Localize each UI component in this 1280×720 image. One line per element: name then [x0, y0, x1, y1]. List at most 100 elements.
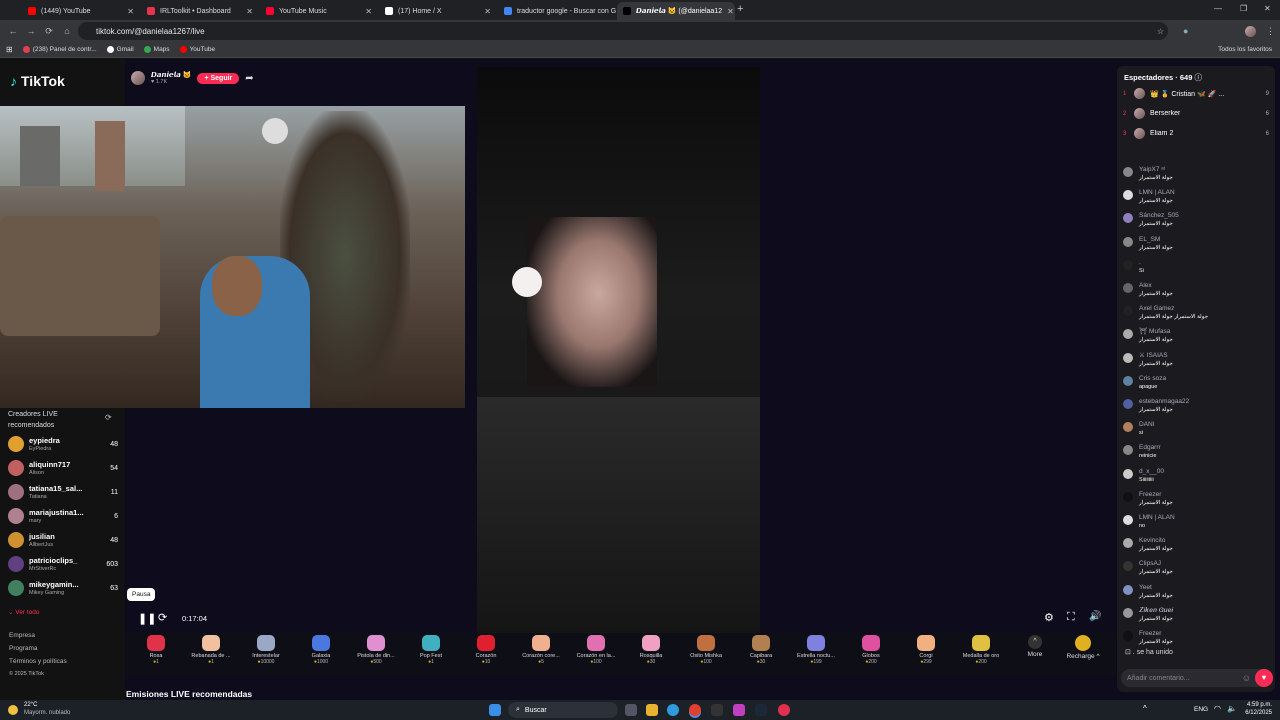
- gift-item[interactable]: Globos ●200: [844, 635, 898, 675]
- footer-link[interactable]: Programa: [9, 645, 38, 652]
- chat-message[interactable]: ⚔ ISAIAS جولة الاستمرار: [1123, 351, 1269, 368]
- explorer-icon[interactable]: [646, 704, 658, 716]
- gift-item[interactable]: Capibara ●30: [734, 635, 788, 675]
- creator-item[interactable]: mikeygamin... Mikey Gaming 63: [8, 577, 118, 599]
- chat-message[interactable]: ClipsAJ جولة الاستمرار: [1123, 559, 1269, 576]
- profile-avatar[interactable]: [1245, 26, 1256, 37]
- gift-send-icon[interactable]: ♥: [1255, 669, 1273, 687]
- chat-message[interactable]: Freezer جولة الاستمرار: [1123, 490, 1269, 507]
- tab-3[interactable]: (17) Home / X ✕: [379, 2, 497, 20]
- bookmark-item[interactable]: (238) Panel de contr...: [22, 46, 97, 53]
- chat-message[interactable]: estebanmagaa22 جولة الاستمرار: [1123, 397, 1269, 414]
- chat-message[interactable]: YaipX7 ᵃᵗ جولة الاستمرار: [1123, 165, 1269, 182]
- gift-item[interactable]: Corazón ●10: [459, 635, 513, 675]
- taskview-icon[interactable]: [625, 704, 637, 716]
- ranking-row[interactable]: 2 Berserker 6: [1123, 108, 1269, 119]
- gift-item[interactable]: Rosa ●1: [129, 635, 183, 675]
- app-icon[interactable]: [711, 704, 723, 716]
- tiktok-app-icon[interactable]: [778, 704, 790, 716]
- chat-message[interactable]: 𝒁𝒊𝒌𝒆𝒏 𝑮𝒖𝒆𝒊 جولة الاستمرار: [1123, 606, 1269, 623]
- chat-message[interactable]: d_x__00 Siiiiiiiii: [1123, 467, 1269, 484]
- bookmark-star-icon[interactable]: ☆: [1157, 27, 1164, 36]
- all-favorites-folder[interactable]: Todos los favoritos: [1218, 46, 1272, 53]
- live-video[interactable]: [477, 67, 760, 633]
- taskbar-search[interactable]: ⌕ Buscar: [508, 702, 618, 718]
- recharge-button[interactable]: Recharge ^: [1056, 635, 1110, 675]
- bookmark-item[interactable]: Maps: [143, 46, 170, 53]
- gift-item[interactable]: Interestelar ●10000: [239, 635, 293, 675]
- info-icon[interactable]: ⓘ: [1194, 73, 1202, 82]
- maximize-icon[interactable]: ❐: [1240, 4, 1247, 13]
- creator-item[interactable]: patricioclips_ MrStiverRc 603: [8, 553, 118, 575]
- forward-icon[interactable]: →: [22, 26, 40, 36]
- share-icon[interactable]: ➦: [245, 73, 253, 84]
- volume-icon[interactable]: 🔊: [1089, 611, 1101, 622]
- close-icon[interactable]: ✕: [246, 7, 253, 16]
- new-tab-button[interactable]: +: [737, 3, 743, 15]
- chat-message[interactable]: LMN | ALAN جولة الاستمرار: [1123, 188, 1269, 205]
- bookmark-item[interactable]: Gmail: [106, 46, 134, 53]
- creator-item[interactable]: aliquinn717 Alison 54: [8, 457, 118, 479]
- steam-icon[interactable]: [755, 704, 767, 716]
- back-icon[interactable]: ←: [4, 26, 22, 36]
- footer-link[interactable]: Términos y políticas: [9, 658, 67, 665]
- gift-item[interactable]: Rebanada de ... ●1: [184, 635, 238, 675]
- tiktok-logo[interactable]: ♪ TikTok: [10, 73, 65, 89]
- tray-chevron-icon[interactable]: ^: [1143, 704, 1147, 713]
- chat-message[interactable]: Sánchez_505 جولة الاستمرار: [1123, 211, 1269, 228]
- creator-item[interactable]: eypiedra EyPiedra 48: [8, 433, 118, 455]
- chat-message[interactable]: Edgarrr reinicie: [1123, 443, 1269, 460]
- gift-item[interactable]: Osito Mishka ●100: [679, 635, 733, 675]
- chat-message[interactable]: Alex جولة الاستمرار: [1123, 281, 1269, 298]
- creator-item[interactable]: mariajustina1... mary 6: [8, 505, 118, 527]
- pause-button[interactable]: ❚❚: [138, 612, 156, 625]
- reload-icon[interactable]: ⟳: [40, 26, 58, 37]
- close-icon[interactable]: ✕: [484, 7, 491, 16]
- settings-icon[interactable]: ⚙: [1044, 611, 1054, 624]
- emoji-icon[interactable]: ☺: [1242, 673, 1251, 683]
- gift-item[interactable]: Rosquilla ●30: [624, 635, 678, 675]
- chat-message[interactable]: LMN | ALAN no: [1123, 513, 1269, 530]
- fullscreen-icon[interactable]: ⛶: [1067, 611, 1075, 624]
- gift-item[interactable]: Corazón en la... ●100: [569, 635, 623, 675]
- close-icon[interactable]: ✕: [127, 7, 134, 16]
- chat-message[interactable]: DANI si: [1123, 420, 1269, 437]
- gift-item[interactable]: Estrella noctu... ●199: [789, 635, 843, 675]
- menu-icon[interactable]: ⋮: [1266, 26, 1275, 37]
- apps-grid-icon[interactable]: ⊞: [6, 45, 13, 54]
- wifi-icon[interactable]: ◠: [1214, 704, 1221, 713]
- tab-5[interactable]: 𝘿𝙖𝙣𝙞𝙚𝙡𝙖 🐱 (@danielaa12 ✕: [617, 2, 735, 20]
- windows-start-icon[interactable]: [489, 704, 501, 716]
- chat-message[interactable]: EL_SM جولة الاستمرار: [1123, 235, 1269, 252]
- weather-widget[interactable]: 22°C Mayorm. nublado: [24, 701, 70, 717]
- bookmark-item[interactable]: YouTube: [179, 46, 215, 53]
- streamer-avatar[interactable]: [131, 71, 145, 85]
- extensions-icon[interactable]: ●: [1183, 26, 1188, 36]
- speaker-icon[interactable]: 🔈: [1227, 704, 1237, 713]
- tab-4[interactable]: traductor google - Buscar con G✕: [498, 2, 616, 20]
- tab-0[interactable]: (1449) YouTube ✕: [22, 2, 140, 20]
- close-icon[interactable]: ✕: [727, 7, 734, 16]
- chat-message[interactable]: Cris soza apague: [1123, 374, 1269, 391]
- tab-1[interactable]: IRLToolkit • Dashboard ✕: [141, 2, 259, 20]
- gift-item[interactable]: Corgi ●299: [899, 635, 953, 675]
- gift-item[interactable]: Galaxia ●1000: [294, 635, 348, 675]
- chat-message[interactable]: ⛩ Mufasa جولة الاستمرار: [1123, 327, 1269, 344]
- tab-2[interactable]: YouTube Music ✕: [260, 2, 378, 20]
- streamer-name[interactable]: 𝘿𝙖𝙣𝙞𝙚𝙡𝙖 🐱: [151, 71, 191, 79]
- creator-item[interactable]: tatiana15_sal... Tatiana 11: [8, 481, 118, 503]
- chrome-icon[interactable]: [689, 704, 701, 716]
- refresh-icon[interactable]: ⟳: [105, 413, 112, 422]
- ranking-row[interactable]: 1 👑 🏅 Cristian 🦋 🚀 ... 9: [1123, 88, 1269, 99]
- minimize-icon[interactable]: —: [1214, 4, 1222, 13]
- footer-link[interactable]: Empresa: [9, 632, 35, 639]
- gift-item[interactable]: Medalla de oro ●200: [954, 635, 1008, 675]
- chat-message[interactable]: Kevincito جولة الاستمرار: [1123, 536, 1269, 553]
- gift-item[interactable]: Corazón core... ●5: [514, 635, 568, 675]
- more-gifts-button[interactable]: ^ More: [1008, 635, 1062, 675]
- capcut-icon[interactable]: [733, 704, 745, 716]
- gift-item[interactable]: Pistola de din... ●500: [349, 635, 403, 675]
- chat-message[interactable]: Axel Gamez جولة الاستمرار جولة الاستمرار: [1123, 304, 1269, 321]
- close-icon[interactable]: ✕: [365, 7, 372, 16]
- creator-item[interactable]: jusilian AllbertJus 48: [8, 529, 118, 551]
